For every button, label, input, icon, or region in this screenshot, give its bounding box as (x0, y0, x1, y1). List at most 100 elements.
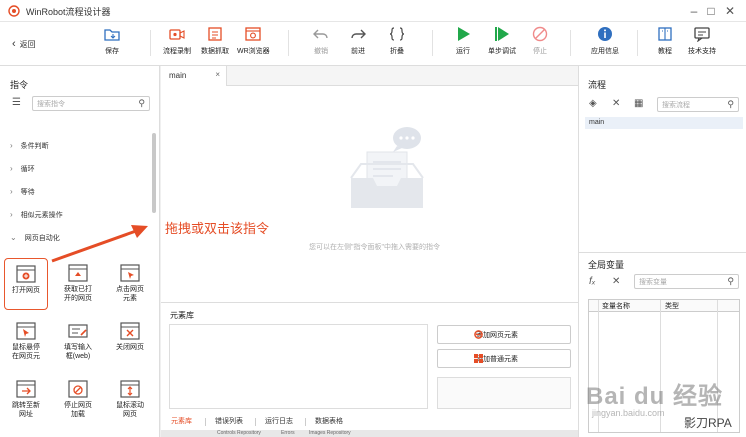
column-header-type: 类型 (665, 303, 679, 310)
back-button[interactable]: ‹ 返回 (12, 38, 36, 50)
variable-search-input[interactable]: 搜索变量 ⚲ (634, 274, 739, 289)
flow-search-input[interactable]: 搜索流程 ⚲ (657, 97, 739, 112)
tile-open-webpage[interactable]: 打开网页 (4, 258, 48, 310)
instruction-panel-scrollbar[interactable] (152, 133, 156, 213)
column-header-name: 变量名称 (602, 303, 630, 310)
tab-main[interactable]: main × (161, 66, 227, 86)
tab-main-label: main (169, 71, 187, 80)
stop-loading-icon (68, 380, 88, 398)
category-similar-elements[interactable]: › 相似元素操作 (10, 210, 63, 220)
tile-stop-loading[interactable]: 停止网页 加载 (56, 374, 100, 426)
stop-label: 停止 (533, 48, 547, 55)
fold-braces-icon (389, 27, 405, 41)
goto-url-icon (16, 380, 36, 398)
category-loop[interactable]: › 循环 (10, 164, 35, 174)
instruction-search-placeholder: 搜索指令 (37, 101, 65, 108)
function-icon[interactable]: fₓ (589, 276, 596, 287)
tab-data-table[interactable]: 数据表格 (315, 416, 343, 426)
close-webpage-icon (120, 322, 140, 340)
category-condition[interactable]: › 条件判断 (10, 141, 49, 151)
tutorial-label: 教程 (658, 48, 672, 55)
app-info-button[interactable]: 应用信息 (591, 26, 619, 56)
tab-element-library[interactable]: 元素库 (171, 416, 192, 426)
tile-label: 关闭网页 (116, 344, 144, 351)
tile-close-webpage[interactable]: 关闭网页 (108, 316, 152, 368)
status-images-repository[interactable]: Images Repository (309, 430, 351, 436)
chevron-right-icon: › (10, 141, 13, 150)
instruction-search-input[interactable]: 搜索指令 ⚲ (32, 96, 150, 111)
record-button[interactable]: 流程录制 (163, 26, 191, 56)
chevron-left-icon: ‹ (12, 38, 16, 50)
watermark-rpa: 影刀RPA (684, 416, 732, 430)
tab-divider (255, 418, 256, 426)
run-button[interactable]: 运行 (455, 26, 471, 56)
tile-fill-input-web[interactable]: 填写输入 框(web) (56, 316, 100, 368)
add-normal-element-button[interactable]: 添加普通元素 (437, 349, 571, 368)
fold-button[interactable]: 折叠 (389, 26, 405, 56)
browser-icon (245, 27, 261, 41)
search-icon[interactable]: ⚲ (138, 98, 145, 109)
video-record-icon (169, 29, 185, 40)
maximize-button[interactable]: □ (703, 3, 719, 19)
element-list[interactable] (169, 324, 428, 409)
variable-search-placeholder: 搜索变量 (639, 279, 667, 286)
toolbar-divider (637, 30, 638, 56)
layers-icon[interactable]: ◈ (589, 98, 597, 109)
data-capture-button[interactable]: 数据抓取 (201, 26, 229, 56)
redo-label: 前进 (351, 48, 365, 55)
search-icon[interactable]: ⚲ (727, 99, 734, 110)
search-icon[interactable]: ⚲ (727, 276, 734, 287)
tab-run-log[interactable]: 运行日志 (265, 416, 293, 426)
save-label: 保存 (105, 48, 119, 55)
close-icon[interactable]: ✕ (612, 276, 620, 287)
tile-goto-url[interactable]: 跳转至新 网址 (4, 374, 48, 426)
tile-hover-web-element[interactable]: 鼠标悬停 在网页元 (4, 316, 48, 368)
flow-search-placeholder: 搜索流程 (662, 102, 690, 109)
category-web-automation[interactable]: ⌄ 网页自动化 (10, 233, 60, 243)
tab-error-list[interactable]: 错误列表 (215, 416, 243, 426)
chevron-right-icon: › (10, 187, 13, 196)
minimize-button[interactable]: – (686, 3, 702, 19)
flow-canvas[interactable]: 您可以在左侧"指令面板"中拖入需要的指令 (161, 86, 578, 302)
tile-get-opened-webpage[interactable]: 获取已打 开的网页 (56, 258, 100, 310)
element-preview (437, 377, 571, 409)
tile-click-web-element[interactable]: 点击网页 元素 (108, 258, 152, 310)
app-info-label: 应用信息 (591, 48, 619, 55)
step-debug-button[interactable]: 单步调试 (488, 26, 516, 56)
tab-divider (205, 418, 206, 426)
wr-browser-label: WR浏览器 (237, 48, 270, 55)
redo-button[interactable]: 前进 (350, 26, 366, 56)
tile-label: 开的网页 (64, 295, 92, 302)
chevron-down-icon: ⌄ (10, 233, 17, 242)
close-window-button[interactable]: ✕ (722, 3, 738, 19)
undo-icon (313, 29, 328, 39)
toolbar-divider (288, 30, 289, 56)
status-controls-repository[interactable]: Controls Repository (217, 430, 261, 436)
list-view-icon[interactable]: ☰ (12, 97, 21, 108)
add-web-element-button[interactable]: 添加网页元素 (437, 325, 571, 344)
undo-button[interactable]: 撤销 (313, 26, 329, 56)
stop-button[interactable]: 停止 (532, 26, 548, 56)
wr-browser-button[interactable]: WR浏览器 (237, 26, 270, 56)
tutorial-button[interactable]: 教程 (657, 26, 673, 56)
baidu-watermark: Bai du 经验 jingyan.baidu.com 影刀RPA (580, 374, 744, 434)
close-icon[interactable]: × (215, 70, 220, 79)
window-title: WinRobot流程设计器 (26, 7, 111, 17)
record-label: 流程录制 (163, 48, 191, 55)
undo-label: 撤销 (314, 48, 328, 55)
tile-scroll-webpage[interactable]: 鼠标滚动 网页 (108, 374, 152, 426)
element-library-title: 元素库 (170, 311, 194, 320)
close-icon[interactable]: ✕ (612, 98, 620, 109)
status-errors[interactable]: Errors (281, 430, 295, 436)
category-label: 循环 (20, 166, 35, 173)
tile-label: 点击网页 (116, 286, 144, 293)
tile-label: 框(web) (65, 353, 91, 360)
support-button[interactable]: 技术支持 (688, 26, 716, 56)
click-element-icon (120, 264, 140, 282)
instruction-panel-title: 指令 (10, 80, 29, 90)
rename-icon[interactable]: ▦ (634, 98, 643, 109)
category-label: 等待 (20, 189, 35, 196)
category-wait[interactable]: › 等待 (10, 187, 35, 197)
flow-item-main[interactable]: main (585, 117, 743, 129)
save-button[interactable]: 保存 (104, 26, 120, 56)
